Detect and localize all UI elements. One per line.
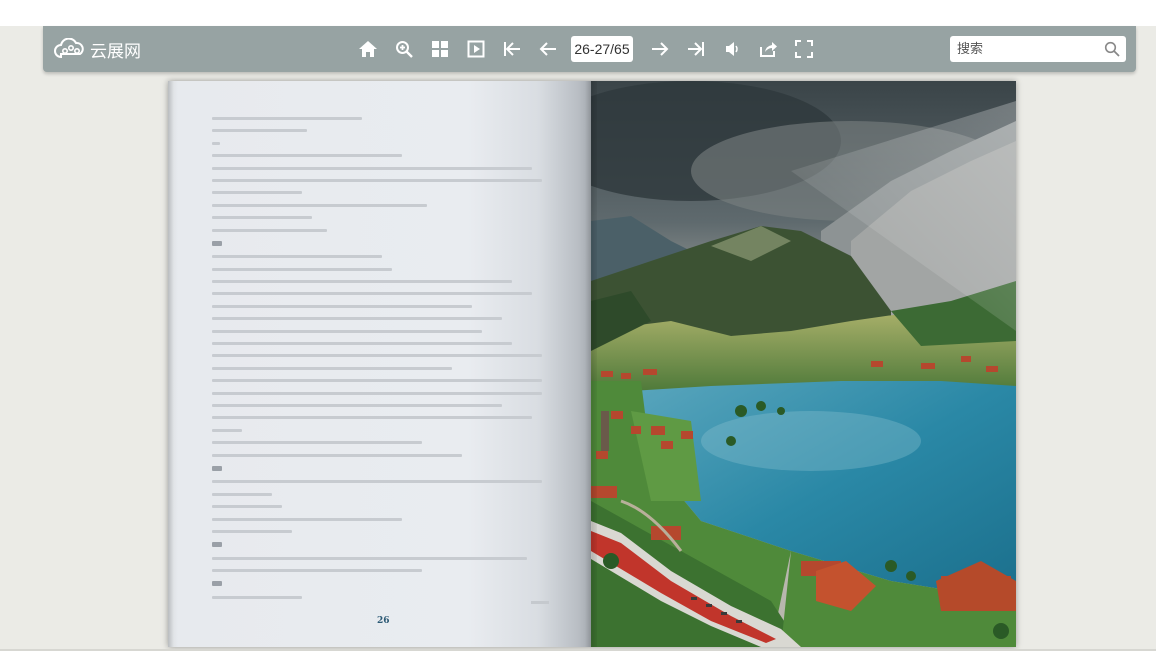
text-line: [212, 228, 327, 232]
thumbnails-button[interactable]: [427, 36, 453, 62]
flipbook[interactable]: 26: [168, 81, 1016, 647]
text-line: [212, 505, 282, 509]
text-line: [212, 267, 392, 271]
section-heading: [212, 581, 222, 587]
text-line: [212, 403, 502, 407]
autoplay-button[interactable]: [463, 36, 489, 62]
search-box: [950, 36, 1126, 62]
text-line: [212, 178, 542, 182]
fullscreen-button[interactable]: [791, 36, 817, 62]
next-page-icon: [652, 42, 669, 56]
section-heading: [212, 240, 222, 246]
cloud-logo-icon: [54, 38, 84, 59]
text-line: [212, 354, 542, 358]
text-line: [212, 441, 422, 445]
section-heading: [212, 465, 222, 471]
previous-page-button[interactable]: [535, 36, 561, 62]
text-line: [212, 117, 362, 120]
text-line: [212, 517, 402, 521]
text-line: [212, 129, 307, 133]
page-text-block: [212, 117, 552, 651]
book-spine-shadow: [585, 81, 597, 647]
text-line: [212, 595, 302, 599]
text-line: [212, 416, 532, 420]
sound-button[interactable]: [719, 36, 745, 62]
text-line: [212, 556, 527, 560]
zoom-in-button[interactable]: [391, 36, 417, 62]
right-page-photo[interactable]: [591, 81, 1016, 647]
text-line: [212, 191, 302, 195]
reader-toolbar: 云展网 26-27/65: [43, 26, 1136, 72]
page-indicator-input[interactable]: 26-27/65: [571, 36, 633, 62]
fullscreen-icon: [795, 40, 813, 58]
text-line: [212, 255, 382, 259]
page-edge: [168, 81, 174, 647]
next-page-button[interactable]: [647, 36, 673, 62]
text-line: [212, 480, 542, 484]
text-line: [212, 529, 292, 533]
section-heading: [212, 542, 222, 548]
last-page-icon: [688, 42, 704, 56]
toolbar-tools: 26-27/65: [355, 36, 827, 62]
left-page[interactable]: 26: [168, 81, 591, 647]
zoom-in-icon: [396, 41, 413, 58]
thumbnails-icon: [432, 41, 448, 57]
autoplay-icon: [467, 40, 485, 58]
text-line: [212, 166, 532, 170]
text-line: [212, 366, 452, 370]
text-line: [212, 428, 242, 432]
text-line: [212, 379, 542, 383]
text-line: [212, 453, 462, 457]
sound-icon: [726, 42, 738, 56]
text-line: [212, 280, 512, 284]
text-line: [212, 203, 427, 207]
text-line: [212, 317, 502, 321]
text-line: [212, 342, 512, 346]
text-line: [212, 391, 542, 395]
first-page-button[interactable]: [499, 36, 525, 62]
text-line: [212, 292, 532, 296]
landscape-photo: [591, 81, 1016, 647]
search-icon[interactable]: [1104, 41, 1120, 57]
share-icon: [760, 42, 777, 57]
previous-page-icon: [539, 42, 556, 56]
text-line: [212, 141, 220, 145]
last-page-button[interactable]: [683, 36, 709, 62]
text-line: [212, 569, 422, 573]
share-button[interactable]: [755, 36, 781, 62]
text-line: [212, 492, 272, 496]
logo-text: 云展网: [90, 41, 141, 62]
page-footer-note: [531, 601, 549, 604]
text-line: [212, 216, 312, 220]
text-line: [212, 329, 482, 333]
home-icon: [359, 41, 377, 57]
browser-top-strip: [0, 0, 1156, 26]
page-number: 26: [377, 616, 390, 626]
logo[interactable]: 云展网: [53, 37, 141, 62]
search-input[interactable]: [950, 36, 1100, 62]
home-button[interactable]: [355, 36, 381, 62]
text-line: [212, 304, 472, 308]
first-page-icon: [504, 42, 520, 56]
text-line: [212, 154, 402, 158]
